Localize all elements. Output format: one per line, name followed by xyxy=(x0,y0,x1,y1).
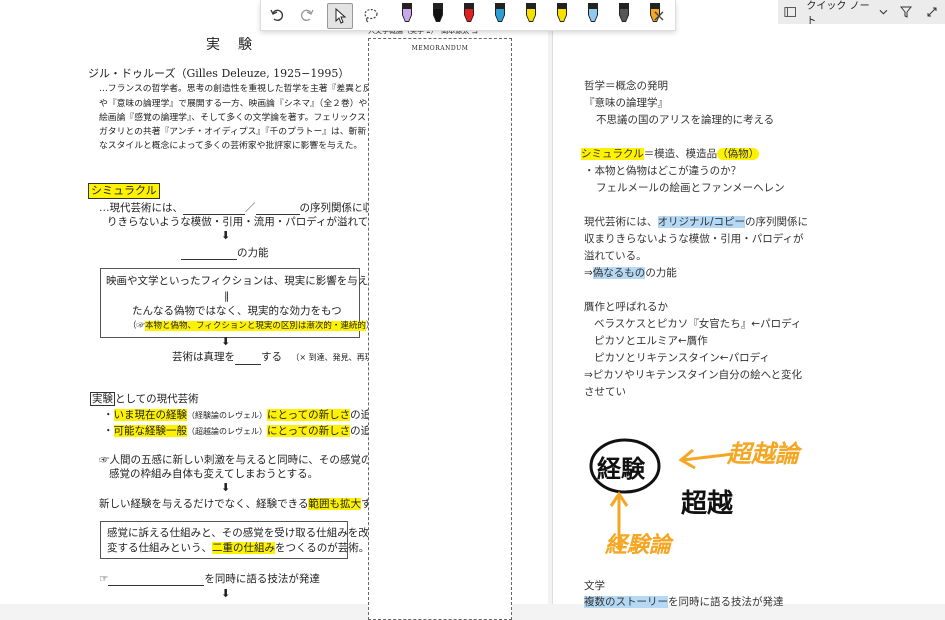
fiction-line2: たんなる偽物ではなく、現実的な効力をもつ xyxy=(132,305,342,317)
note-line: 『意味の論理学』 xyxy=(584,97,668,109)
redo-icon xyxy=(301,9,314,21)
power-line: の力能 xyxy=(181,246,269,260)
experiment-item-2: ・可能な経験一般（超越論のレヴェル）にとっての新しさの追求 xyxy=(103,425,382,437)
pen-yellow-button[interactable] xyxy=(519,3,543,27)
highlighter-blue-icon xyxy=(588,3,598,22)
down-arrow: ⬇ xyxy=(221,335,231,348)
filter-icon xyxy=(900,6,912,18)
art-truth-line: 芸術は真理を する （× 到達、発見、再現） xyxy=(172,351,381,365)
note-line: ⇒ピカソやリキテンスタイン自分の絵へと変化 xyxy=(584,369,803,381)
deleuze-line: 絵画論『感覚の論理学』、そして多くの文学論を著す。フェリックス・ xyxy=(99,113,375,123)
memorandum-label: MEMORANDUM xyxy=(411,45,469,52)
note-simulacre-line: シミュラクル＝模造、模造品（偽物） xyxy=(581,148,760,160)
mechanism-line1: 感覚に訴える仕組みと、その感覚を受け取る仕組みを改 xyxy=(107,527,369,539)
note-line: 哲学＝概念の発明 xyxy=(584,80,668,92)
page-title: 実 験 xyxy=(206,37,254,53)
note-line: 収まりきらないような模倣・引用・パロディが xyxy=(584,233,804,245)
note-line: 溢れている。 xyxy=(584,250,647,262)
pen-blue-button[interactable] xyxy=(488,3,512,27)
last-line: ☞ を同時に語る技法が発達 xyxy=(99,573,320,586)
highlighter-blue-button[interactable] xyxy=(581,3,605,27)
pen-black-button[interactable] xyxy=(426,3,450,27)
down-arrow: ⬇ xyxy=(221,587,231,600)
select-tool-button[interactable] xyxy=(327,3,353,29)
close-toolbar-button[interactable]: × xyxy=(649,3,669,27)
pen-yellow-2-icon xyxy=(557,3,567,22)
simulacre-line1: …現代芸術には、／の序列関係に収ま xyxy=(99,202,384,215)
note-line: 贋作と呼ばれるか xyxy=(584,301,668,313)
pen-filter-button[interactable] xyxy=(894,0,918,24)
pen-red-button[interactable] xyxy=(457,3,481,27)
note-line: 現代芸術には、オリジナル/コピーの序列関係に xyxy=(584,216,809,228)
note-page[interactable]: 哲学＝概念の発明 『意味の論理学』 不思議の国のアリスを論理的に考える シミュラ… xyxy=(552,0,945,608)
quick-note-dropdown[interactable]: クイック ノート xyxy=(784,0,888,27)
note-line: ベラスケスとピカソ『女官たち』←パロディ xyxy=(594,318,802,330)
notebook-icon xyxy=(784,7,796,17)
note-line: ⇒偽なるものの力能 xyxy=(584,267,677,279)
note-line: させてい xyxy=(584,386,626,398)
redo-button[interactable] xyxy=(295,3,319,27)
expand-button[interactable] xyxy=(920,0,944,24)
down-arrow: ⬇ xyxy=(221,229,231,242)
expand-icon xyxy=(927,7,937,17)
fiction-line1: 映画や文学といったフィクションは、現実に影響を与える xyxy=(106,275,379,287)
deleuze-heading: ジル・ドゥルーズ（Gilles Deleuze, 1925−1995） xyxy=(88,67,350,80)
down-arrow: ⬇ xyxy=(221,481,231,494)
ink-keikenron: 経験論 xyxy=(604,532,675,558)
note-line: 複数のストーリーを同時に語る技法が発達 xyxy=(584,596,784,608)
pen-yellow-2-button[interactable] xyxy=(550,3,574,27)
simulacre-term: シミュラクル xyxy=(88,183,160,199)
simulacre-line2: りきらないような模倣・引用・流用・パロディが溢れている。 xyxy=(107,216,400,228)
lasso-icon xyxy=(364,8,378,23)
sense-line1: ☞人間の五感に新しい刺激を与えると同時に、その感覚の仕方・ xyxy=(99,454,403,466)
note-line: ピカソとリキテンスタイン←パロディ xyxy=(594,352,770,364)
note-line: 文学 xyxy=(584,580,605,592)
sense-line2: 感覚の枠組み自体も変えてしまおうとする。 xyxy=(109,468,319,480)
fiction-line3: （☞本物と偽物、フィクションと現実の区別は漸次的・連続的） xyxy=(128,321,374,331)
undo-button[interactable] xyxy=(265,3,289,27)
deleuze-line: や『意味の論理学』で展開する一方、映画論『シネマ』（全２巻）や xyxy=(99,99,368,109)
new-experience-line: 新しい経験を与えるだけでなく、経験できる範囲も拡大する。 xyxy=(99,498,392,510)
pen-black-icon xyxy=(433,3,443,22)
ink-chouetsuron: 超越論 xyxy=(726,440,803,468)
note-line: 不思議の国のアリスを論理的に考える xyxy=(596,114,775,126)
mechanism-line2: 変する仕組みという、二重の仕組みをつくるのが芸術。 xyxy=(107,542,370,554)
note-line: ピカソとエルミア←贋作 xyxy=(594,335,708,347)
deleuze-line: ガタリとの共著『アンチ・オイディプス』『千のプラトー』は、斬新 xyxy=(99,127,367,137)
ink-keiken: 経験 xyxy=(597,455,646,483)
pen-purple-icon xyxy=(402,3,412,22)
lasso-tool-button[interactable] xyxy=(359,3,383,27)
quick-note-bar: クイック ノート xyxy=(778,0,945,27)
quick-note-label: クイック ノート xyxy=(806,1,870,27)
experiment-item-1: ・いま現在の経験（経験論のレヴェル）にとっての新しさの追求 xyxy=(103,409,382,421)
pen-blue-icon xyxy=(495,3,505,22)
memorandum-box: MEMORANDUM xyxy=(368,38,512,620)
ink-drawing: 経験 超越論 超越 経験論 xyxy=(589,438,803,558)
note-line: ・本物と偽物はどこが違うのか？ xyxy=(584,165,742,177)
chevron-down-icon xyxy=(879,9,888,15)
cursor-icon xyxy=(335,8,347,24)
ink-chouetsu: 超越 xyxy=(681,489,734,519)
deleuze-line: なスタイルと概念によって多くの芸術家や批評家に影響を与えた。 xyxy=(99,141,363,151)
equiv-mark: ‖ xyxy=(224,290,230,302)
pen-red-icon xyxy=(464,3,474,22)
pen-gray-icon xyxy=(619,3,629,22)
deleuze-line: …フランスの哲学者。思考の創造性を重視した哲学を主著『差異と反復』 xyxy=(99,84,390,94)
pen-gray-button[interactable] xyxy=(612,3,636,27)
ink-arrow-left xyxy=(682,452,734,462)
pen-yellow-icon xyxy=(526,3,536,22)
pen-purple-button[interactable] xyxy=(395,3,419,27)
experiment-heading: 実験 としての現代芸術 xyxy=(90,392,199,406)
undo-icon xyxy=(270,9,283,21)
note-line: フェルメールの絵画とファンメーヘレン xyxy=(596,182,785,194)
ink-toolbar: × xyxy=(260,0,676,31)
